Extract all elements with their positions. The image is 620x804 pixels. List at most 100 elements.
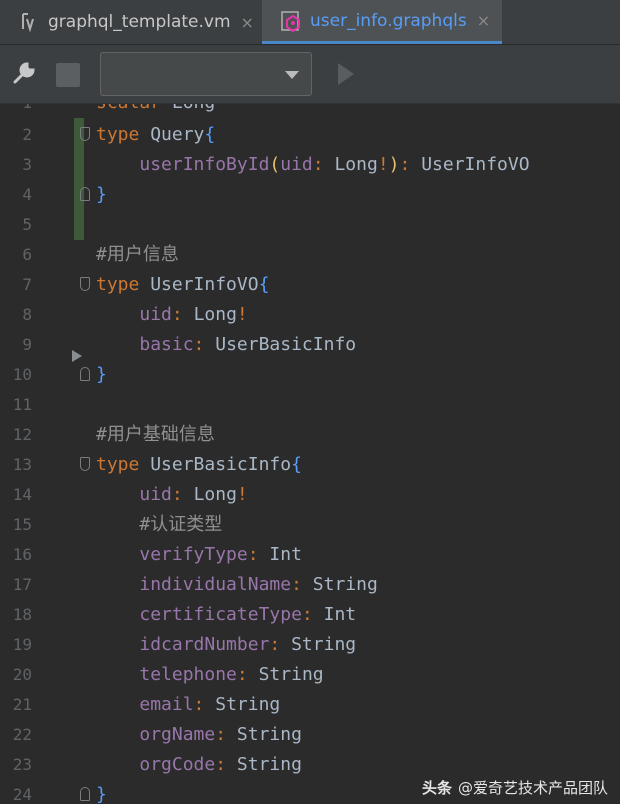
chevron-down-icon xyxy=(285,71,299,79)
code-line: 18 certificateType: Int xyxy=(0,600,620,630)
stop-button[interactable] xyxy=(56,63,80,87)
comment: #用户基础信息 xyxy=(96,424,215,445)
code-line: 6 #用户信息 xyxy=(0,240,620,270)
colon: : xyxy=(171,304,183,325)
line-number: 18 xyxy=(12,605,32,624)
field-name: orgCode xyxy=(139,754,216,775)
brace: } xyxy=(96,184,107,205)
line-number: 1 xyxy=(0,104,32,118)
field-name: orgName xyxy=(139,724,216,745)
tab-graphql-template[interactable]: graphql_template.vm × xyxy=(0,0,262,44)
colon: : xyxy=(247,544,259,565)
colon: : xyxy=(236,664,248,685)
type-name: Query xyxy=(150,124,205,145)
graphql-file-icon xyxy=(280,10,302,32)
close-icon[interactable]: × xyxy=(477,11,490,30)
line-number: 11 xyxy=(12,395,32,414)
code-line: 19 idcardNumber: String xyxy=(0,630,620,660)
endpoint-select[interactable] xyxy=(100,52,312,96)
type-name: UserInfoVO xyxy=(421,154,530,175)
line-number: 17 xyxy=(12,575,32,594)
bang: ! xyxy=(236,484,248,505)
code-line: 2 type Query{ xyxy=(0,120,620,150)
code-line: 13 type UserBasicInfo{ xyxy=(0,450,620,480)
colon: : xyxy=(215,754,227,775)
code-line: 23 orgCode: String xyxy=(0,750,620,780)
code-line: 10 } xyxy=(0,350,620,390)
close-icon[interactable]: × xyxy=(241,13,254,32)
line-number: 16 xyxy=(12,545,32,564)
code-line: 9 basic: UserBasicInfo xyxy=(0,330,620,360)
code-line: 1 scalar Long xyxy=(0,104,620,118)
field-name: userInfoById xyxy=(139,154,270,175)
code-line: 7 type UserInfoVO{ xyxy=(0,270,620,300)
line-number: 4 xyxy=(22,185,32,204)
line-number: 6 xyxy=(22,245,32,264)
type-name: String xyxy=(312,574,378,595)
code-editor[interactable]: 1 scalar Long 2 type Query{ 3 userInfoBy… xyxy=(0,104,620,804)
tab-user-info-graphqls[interactable]: user_info.graphqls × xyxy=(262,0,502,44)
colon: : xyxy=(291,574,302,595)
field-name: certificateType xyxy=(139,604,302,625)
code-line: 22 orgName: String xyxy=(0,720,620,750)
code-line: 12 #用户基础信息 xyxy=(0,420,620,450)
field-name: uid xyxy=(139,304,172,325)
fold-icon[interactable] xyxy=(80,367,90,381)
watermark: 头条 @爱奇艺技术产品团队 xyxy=(422,777,608,798)
line-number: 5 xyxy=(22,215,32,234)
line-number: 3 xyxy=(22,155,32,174)
code-line: 8 uid: Long! xyxy=(0,300,620,330)
fold-icon[interactable] xyxy=(80,277,90,291)
code-line: 14 uid: Long! xyxy=(0,480,620,510)
run-button[interactable] xyxy=(338,63,354,85)
colon: : xyxy=(399,154,411,175)
type-name: Long xyxy=(334,154,378,175)
velocity-file-icon xyxy=(18,11,40,33)
bang: ! xyxy=(236,304,248,325)
line-number: 10 xyxy=(12,365,32,384)
wrench-icon[interactable] xyxy=(10,59,38,87)
colon: : xyxy=(193,694,205,715)
type-name: String xyxy=(236,724,302,745)
line-number: 20 xyxy=(12,665,32,684)
fold-icon[interactable] xyxy=(80,127,90,141)
fold-icon[interactable] xyxy=(80,787,90,801)
bang: ! xyxy=(377,154,389,175)
type-name: Int xyxy=(323,604,357,625)
type-name: Long xyxy=(172,104,215,113)
code-line: 11 xyxy=(0,390,620,420)
colon: : xyxy=(269,634,281,655)
type-name: String xyxy=(291,634,357,655)
line-number: 23 xyxy=(12,755,32,774)
line-number: 12 xyxy=(12,425,32,444)
comment: #用户信息 xyxy=(96,244,179,265)
line-number: 7 xyxy=(22,275,32,294)
type-name: Long xyxy=(193,304,237,325)
line-number: 24 xyxy=(12,785,32,804)
code-line: 21 email: String xyxy=(0,690,620,720)
code-line: 4 } xyxy=(0,180,620,210)
field-name: uid xyxy=(139,484,172,505)
tab-label: user_info.graphqls xyxy=(310,10,467,31)
field-name: telephone xyxy=(139,664,237,685)
code-line: 3 userInfoById(uid: Long!): UserInfoVO xyxy=(0,150,620,180)
type-name: Long xyxy=(193,484,237,505)
arg-name: uid xyxy=(280,154,313,175)
colon: : xyxy=(301,604,313,625)
type-name: UserInfoVO xyxy=(150,274,259,295)
colon: : xyxy=(215,724,227,745)
watermark-brand: 头条 xyxy=(421,779,452,797)
watermark-handle: @爱奇艺技术产品团队 xyxy=(457,779,608,797)
line-number: 9 xyxy=(22,335,32,354)
line-number: 21 xyxy=(12,695,32,714)
editor-tab-bar: graphql_template.vm × user_info.graphqls… xyxy=(0,0,620,45)
type-name: UserBasicInfo xyxy=(150,454,292,475)
colon: : xyxy=(312,154,324,175)
fold-icon[interactable] xyxy=(80,457,90,471)
line-number: 14 xyxy=(12,485,32,504)
type-name: String xyxy=(258,664,324,685)
fold-icon[interactable] xyxy=(80,187,90,201)
brace: { xyxy=(258,274,270,295)
line-number: 22 xyxy=(12,725,32,744)
brace: { xyxy=(291,454,302,475)
